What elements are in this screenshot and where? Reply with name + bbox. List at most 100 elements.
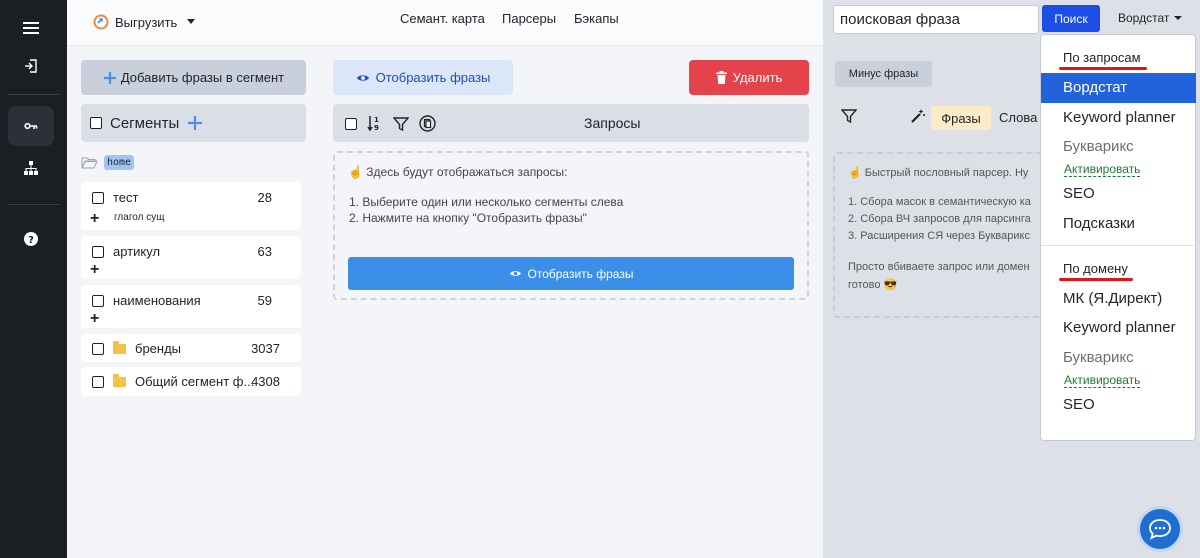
- source-toggle-label: Вордстат: [1118, 11, 1170, 25]
- filter-icon[interactable]: [841, 108, 857, 124]
- dropdown-divider: [1041, 245, 1196, 246]
- source-dropdown-toggle[interactable]: Вордстат: [1118, 11, 1183, 25]
- dropdown-item-mk-direct[interactable]: МК (Я.Директ): [1063, 290, 1162, 307]
- dropdown-item-keyword-planner[interactable]: Keyword planner: [1063, 109, 1176, 126]
- delete-label: Удалить: [732, 70, 783, 85]
- add-segment-icon[interactable]: [187, 115, 203, 131]
- add-phrases-to-segment-button[interactable]: Добавить фразы в сегмент: [81, 60, 306, 95]
- queries-step-1: 1. Выберите один или несколько сегменты …: [349, 195, 624, 209]
- segment-name: тест: [113, 190, 139, 205]
- segment-card[interactable]: тест 28 + глагол сущ: [81, 182, 301, 230]
- rail-divider: [8, 94, 60, 95]
- add-subsegment-icon[interactable]: +: [90, 311, 99, 327]
- home-folder-row[interactable]: home: [81, 151, 135, 173]
- tab-words[interactable]: Слова: [999, 110, 1037, 125]
- dropdown-section-by-queries: По запросам: [1063, 50, 1141, 65]
- login-icon[interactable]: [8, 46, 54, 86]
- sitemap-icon[interactable]: [8, 148, 54, 188]
- dropdown-item-suggestions[interactable]: Подсказки: [1063, 215, 1135, 232]
- dropdown-item-label: Вордстат: [1063, 79, 1128, 96]
- parser-info-box: ☝️ Быстрый пословный парсер. Ну 1. Сбора…: [833, 152, 1053, 318]
- dropdown-item-seo[interactable]: SEO: [1063, 185, 1095, 202]
- segment-count: 28: [257, 190, 272, 205]
- segments-title: Сегменты: [110, 114, 180, 132]
- folder-icon: [113, 373, 126, 387]
- dropdown-item-keyword-planner-domain[interactable]: Keyword planner: [1063, 319, 1176, 336]
- nav-parsers[interactable]: Парсеры: [502, 11, 556, 26]
- segment-card[interactable]: артикул 63 +: [81, 236, 301, 279]
- magic-wand-icon[interactable]: [910, 108, 926, 124]
- queries-step-2: 2. Нажмите на кнопку "Отобразить фразы": [349, 211, 587, 225]
- segment-card[interactable]: бренды 3037: [81, 334, 301, 362]
- parser-info-line: ☝️ Быстрый пословный парсер. Ну: [848, 167, 1029, 179]
- rail-divider: [8, 204, 60, 205]
- parser-info-line: 3. Расширения СЯ через Букварикс: [848, 230, 1030, 242]
- section-underline: [1059, 67, 1147, 70]
- nav-backups[interactable]: Бэкапы: [574, 11, 619, 26]
- svg-text:?: ?: [28, 235, 34, 246]
- add-subsegment-icon[interactable]: +: [90, 211, 99, 227]
- activate-link[interactable]: Активировать: [1064, 374, 1141, 388]
- help-icon[interactable]: ?: [8, 219, 54, 259]
- chevron-down-icon: [187, 18, 196, 24]
- queries-hint: ☝️ Здесь будут отображаться запросы:: [348, 165, 568, 179]
- export-icon: [93, 14, 109, 30]
- dropdown-item-wordstat[interactable]: Вордстат: [1041, 73, 1196, 103]
- select-all-segments-checkbox[interactable]: [90, 117, 102, 129]
- segment-checkbox[interactable]: [92, 294, 104, 307]
- minus-phrases-button[interactable]: Минус фразы: [835, 61, 932, 87]
- parser-info-line: 1. Сбора масок в семантическую ка: [848, 196, 1031, 208]
- sort-icon[interactable]: 19: [367, 115, 383, 132]
- show-phrases-button[interactable]: Отобразить фразы: [333, 60, 513, 95]
- copy-icon[interactable]: [419, 115, 436, 132]
- dropdown-item-bukvariks[interactable]: Букварикс: [1063, 138, 1134, 155]
- nav-semantic-map[interactable]: Семант. карта: [400, 11, 485, 26]
- parser-info-line: готово 😎: [848, 279, 898, 291]
- folder-icon: [113, 340, 126, 354]
- export-dropdown[interactable]: Выгрузить: [93, 11, 196, 33]
- activate-link[interactable]: Активировать: [1064, 163, 1141, 177]
- folder-open-icon: [81, 157, 98, 168]
- chat-widget-button[interactable]: [1137, 506, 1183, 552]
- eye-icon: [509, 271, 521, 276]
- segment-card[interactable]: наименования 59 +: [81, 285, 301, 328]
- segment-count: 59: [257, 293, 272, 308]
- search-button[interactable]: Поиск: [1042, 5, 1100, 32]
- filter-icon[interactable]: [393, 116, 409, 132]
- menu-icon[interactable]: [8, 8, 54, 48]
- trash-icon: [715, 71, 727, 84]
- segment-checkbox[interactable]: [92, 342, 104, 355]
- home-tag[interactable]: home: [104, 154, 135, 170]
- segment-name: артикул: [113, 244, 161, 259]
- show-phrases-main-button[interactable]: Отобразить фразы: [348, 257, 794, 290]
- search-input[interactable]: [833, 5, 1039, 34]
- segment-name: наименования: [113, 293, 201, 308]
- add-phrases-label: Добавить фразы в сегмент: [120, 70, 285, 85]
- delete-button[interactable]: Удалить: [689, 60, 809, 95]
- queries-header: 19 Запросы: [333, 104, 809, 142]
- chat-icon: [1149, 519, 1171, 540]
- dropdown-section-by-domain: По домену: [1063, 261, 1128, 276]
- segment-count: 3037: [251, 341, 280, 356]
- segment-card[interactable]: Общий сегмент ф... 4308: [81, 367, 301, 396]
- segment-tags: глагол сущ: [114, 212, 165, 223]
- segment-count: 4308: [251, 374, 280, 389]
- left-rail: ?: [0, 0, 67, 558]
- segments-header: Сегменты: [81, 104, 306, 142]
- dropdown-item-seo-domain[interactable]: SEO: [1063, 396, 1095, 413]
- top-bar: Выгрузить Семант. карта Парсеры Бэкапы: [67, 0, 823, 46]
- segment-checkbox[interactable]: [92, 191, 104, 204]
- key-icon[interactable]: [8, 106, 54, 146]
- export-label: Выгрузить: [115, 14, 178, 30]
- segment-name: бренды: [135, 341, 182, 356]
- add-subsegment-icon[interactable]: +: [90, 262, 99, 278]
- dropdown-item-bukvariks-domain[interactable]: Букварикс: [1063, 349, 1134, 366]
- tab-phrases[interactable]: Фразы: [931, 106, 991, 130]
- section-underline: [1059, 278, 1133, 281]
- select-all-queries-checkbox[interactable]: [345, 117, 357, 130]
- eye-icon: [356, 74, 369, 81]
- segment-checkbox[interactable]: [92, 375, 104, 388]
- segment-checkbox[interactable]: [92, 245, 104, 258]
- queries-title: Запросы: [584, 115, 641, 131]
- plus-icon: [103, 71, 116, 84]
